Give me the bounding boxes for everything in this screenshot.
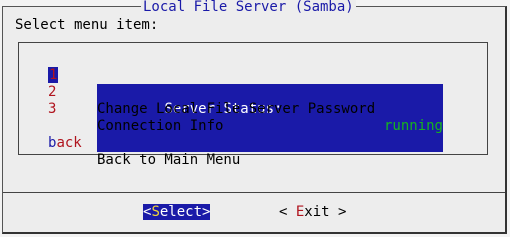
menu-item-connection-info[interactable]: 3 Connection Info [19,84,487,134]
exit-open-bracket: < [279,204,296,220]
menu-item-label: Back to Main Menu [97,152,241,168]
exit-button[interactable]: < Exit > [279,204,346,220]
exit-close-bracket: > [329,204,347,220]
select-close-bracket: > [202,204,211,220]
menu-item-server-status[interactable]: 1 Server Status: running [19,50,487,152]
menu-item-back[interactable]: back Back to Main Menu [19,118,487,168]
button-separator [3,192,505,193]
exit-label-rest: xit [304,204,330,220]
samba-menu-dialog: Local File Server (Samba) Select menu it… [2,0,507,234]
select-hotkey: S [151,204,160,220]
menu-item-tag: 3 [48,101,57,117]
menu-prompt: Select menu item: [15,17,159,33]
dialog-title: Local File Server (Samba) [141,0,356,15]
menu-item-label: Change Local File Server Password [97,101,376,117]
menu-list: 1 Server Status: running 2 Change Local … [18,42,488,168]
select-label-rest: elect [159,204,203,220]
tag-rest: ack [56,135,82,151]
select-button[interactable]: <Select> [143,204,211,220]
menu-item-change-password[interactable]: 2 Change Local File Server Password [19,67,487,117]
menu-item-tag: back [48,135,82,152]
